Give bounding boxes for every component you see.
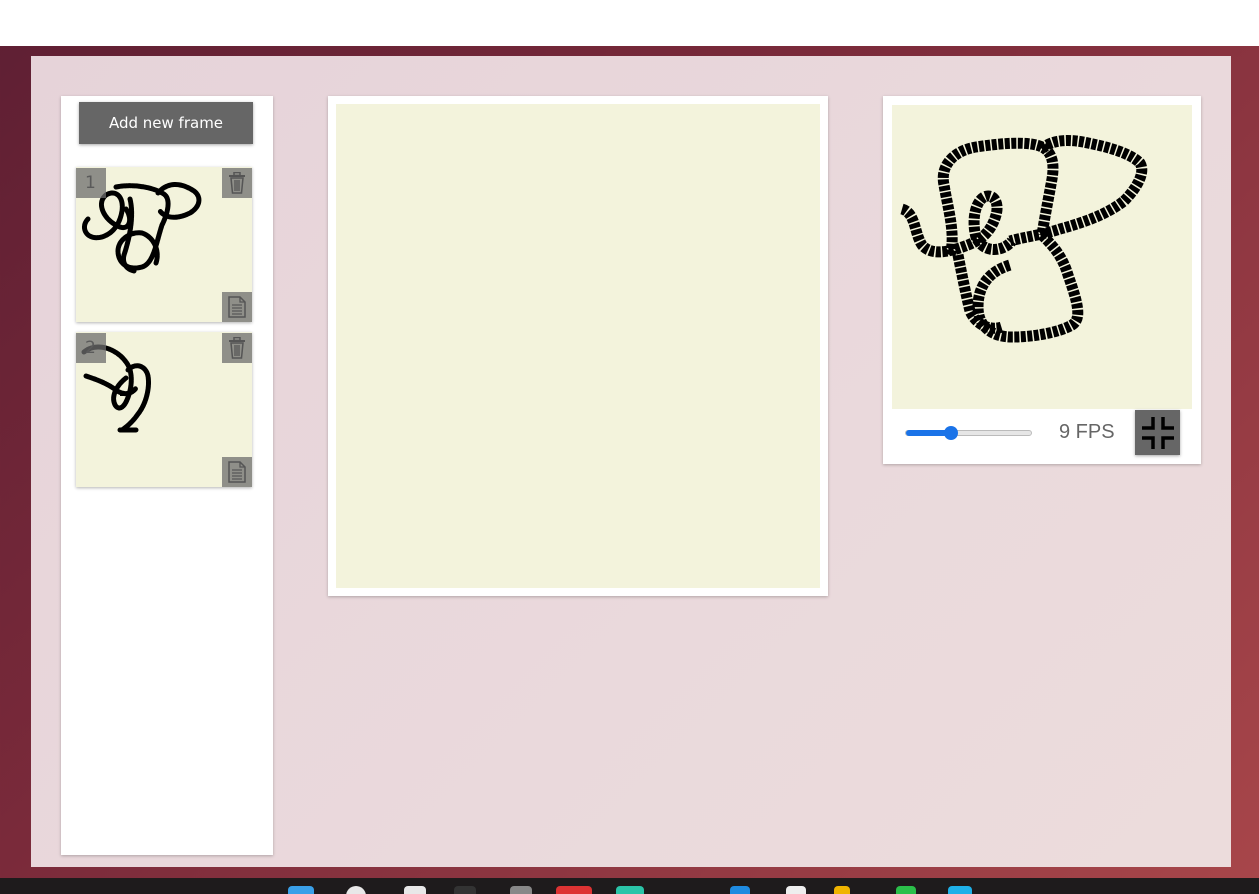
app-icon[interactable] (948, 886, 972, 894)
os-taskbar (0, 878, 1259, 894)
fps-slider[interactable] (905, 426, 1032, 440)
add-new-frame-button[interactable]: Add new frame (79, 102, 253, 144)
frame-thumbnail-2[interactable]: 2 (76, 332, 252, 487)
preview-sketch (899, 135, 1148, 343)
app-workspace: Add new frame 1 2 9 FPS (31, 56, 1231, 867)
app-icon[interactable] (616, 886, 644, 894)
duplicate-frame-button[interactable] (222, 457, 252, 487)
app-icon[interactable] (730, 886, 750, 894)
drawing-canvas[interactable] (336, 104, 820, 588)
exit-fullscreen-button[interactable] (1135, 410, 1180, 455)
animation-preview (892, 105, 1192, 409)
app-icon[interactable] (556, 886, 592, 894)
app-icon[interactable] (786, 886, 806, 894)
fps-label: 9 FPS (1059, 421, 1115, 443)
exit-fullscreen-icon (1141, 416, 1174, 449)
fps-slider-handle[interactable] (944, 426, 958, 440)
duplicate-frame-button[interactable] (222, 292, 252, 322)
document-icon (228, 296, 246, 318)
animation-preview-panel: 9 FPS (883, 96, 1201, 464)
frames-panel: Add new frame 1 2 (61, 96, 273, 855)
delete-frame-button[interactable] (222, 168, 252, 198)
drawing-canvas-panel (328, 96, 828, 596)
browser-top-bar (0, 0, 1259, 46)
trash-icon (229, 337, 245, 359)
frame-thumbnail-1[interactable]: 1 (76, 167, 252, 322)
trash-icon (229, 172, 245, 194)
delete-frame-button[interactable] (222, 333, 252, 363)
app-icon[interactable] (834, 886, 850, 894)
app-icon[interactable] (896, 886, 916, 894)
app-icon[interactable] (510, 886, 532, 894)
start-icon[interactable] (288, 886, 314, 894)
search-icon[interactable] (346, 886, 366, 894)
frame-number-badge: 2 (76, 333, 106, 363)
app-icon[interactable] (454, 886, 476, 894)
frame-number-badge: 1 (76, 168, 106, 198)
task-view-icon[interactable] (404, 886, 426, 894)
document-icon (228, 461, 246, 483)
